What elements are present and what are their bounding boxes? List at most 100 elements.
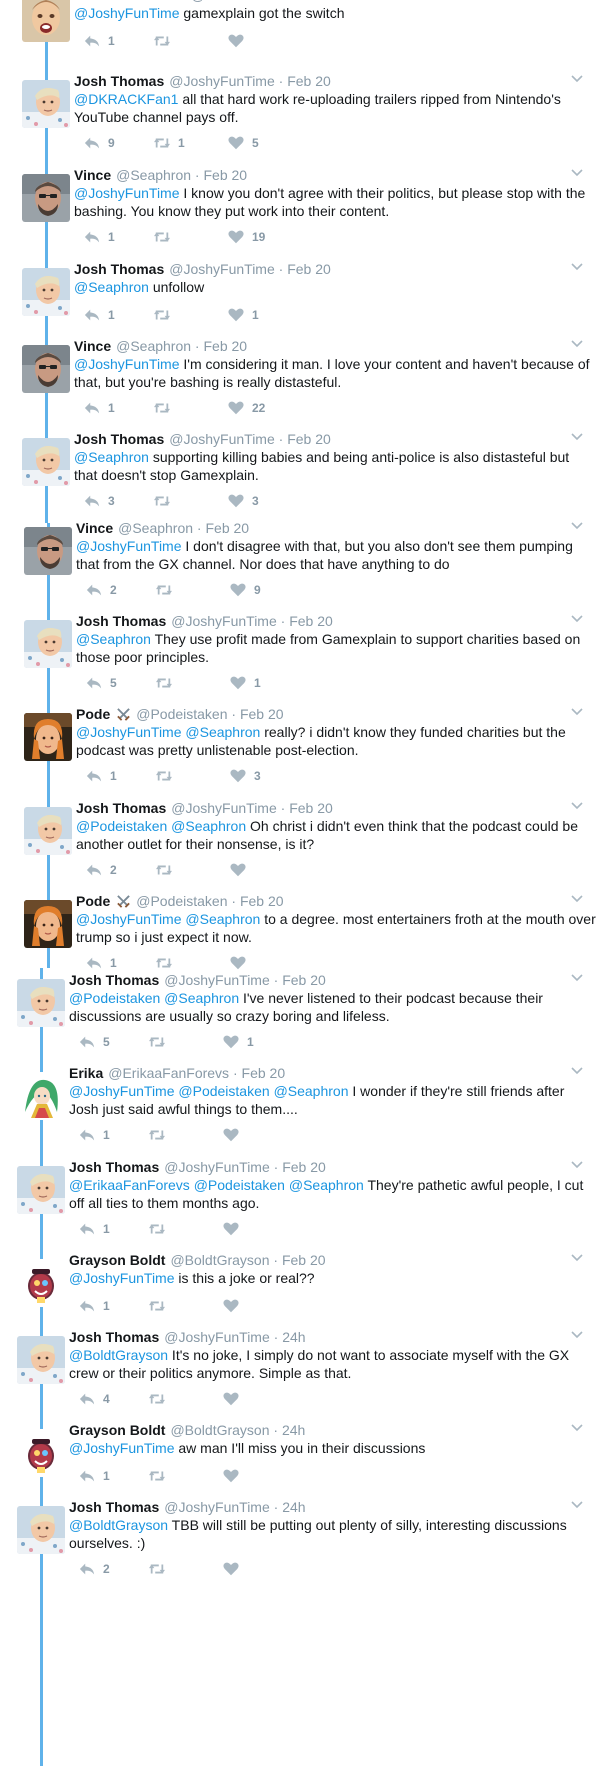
mention-link[interactable]: @JoshyFunTime [69,1083,175,1099]
like-button[interactable]: 22 [220,399,265,417]
avatar[interactable] [22,0,70,42]
mention-link[interactable]: @JoshyFunTime [74,356,180,372]
mention-link[interactable]: @JoshyFunTime [69,1270,175,1286]
tweet[interactable]: Pode @Podeistaken · Feb 20 @JoshyFunTime @… [0,705,605,805]
chevron-down-icon[interactable] [569,703,585,719]
reply-button[interactable]: 5 [71,1033,110,1051]
retweet-button[interactable] [148,767,180,785]
reply-button[interactable]: 1 [71,1467,110,1485]
tweet[interactable]: Josh Thomas @JoshyFunTime · Feb 20 @Seaphr… [0,612,605,712]
author-handle[interactable]: @BoldtGrayson [170,1422,269,1438]
like-button[interactable] [222,954,254,972]
retweet-button[interactable] [146,228,178,246]
author-handle[interactable]: @JoshyFunTime [169,261,275,277]
avatar[interactable] [24,900,72,948]
like-button[interactable]: 3 [222,767,261,785]
reply-button[interactable]: 3 [76,492,115,510]
tweet[interactable]: Josh Thomas @JoshyFunTime · Feb 20 @DKRACK… [0,72,605,172]
chevron-down-icon[interactable] [569,335,585,351]
mention-link[interactable]: @Seaphron [74,279,149,295]
chevron-down-icon[interactable] [569,1419,585,1435]
avatar[interactable] [24,807,72,855]
mention-link[interactable]: @Podeistaken [178,1083,269,1099]
reply-button[interactable]: 2 [71,1560,110,1578]
retweet-button[interactable] [146,399,178,417]
reply-button[interactable]: 1 [71,1297,110,1315]
avatar[interactable] [17,1259,65,1307]
tweet-timestamp[interactable]: Feb 20 [206,520,250,536]
mention-link[interactable]: @JoshyFunTime [74,5,180,21]
like-button[interactable] [215,1560,247,1578]
retweet-button[interactable] [148,674,180,692]
tweet-timestamp[interactable]: Feb 20 [240,893,284,909]
mention-link[interactable]: @Seaphron [171,818,246,834]
retweet-button[interactable] [141,1467,173,1485]
mention-link[interactable]: @JoshyFunTime [74,185,180,201]
avatar[interactable] [17,1429,65,1477]
mention-link[interactable]: @Seaphron [164,990,239,1006]
mention-link[interactable]: @JoshyFunTime [69,1440,175,1456]
author-name[interactable]: Grayson Boldt [69,1422,165,1438]
chevron-down-icon[interactable] [569,164,585,180]
author-handle[interactable]: @JoshyFunTime [171,613,277,629]
tweet[interactable]: Josh Thomas @JoshyFunTime · Feb 20 @Erikaa… [0,1158,605,1258]
tweet-timestamp[interactable]: Feb 20 [287,73,331,89]
author-name[interactable]: Vince [74,167,111,183]
chevron-down-icon[interactable] [569,1062,585,1078]
author-handle[interactable]: @Podeistaken [136,706,227,722]
like-button[interactable]: 5 [220,134,259,152]
retweet-button[interactable] [141,1297,173,1315]
chevron-down-icon[interactable] [569,610,585,626]
author-handle[interactable]: @Seaphron [116,167,191,183]
like-button[interactable]: 1 [220,306,259,324]
retweet-button[interactable] [141,1220,173,1238]
author-name[interactable]: Josh Thomas [69,972,159,988]
tweet[interactable]: Josh Thomas @JoshyFunTime · Feb 20 @Seaphr… [0,430,605,530]
avatar[interactable] [22,174,70,222]
mention-link[interactable]: @BoldtGrayson [69,1347,168,1363]
author-handle[interactable]: @JoshyFunTime [164,972,270,988]
avatar[interactable] [24,527,72,575]
like-button[interactable] [222,861,254,879]
chevron-down-icon[interactable] [569,70,585,86]
tweet-timestamp[interactable]: Feb 20 [282,972,326,988]
tweet-timestamp[interactable]: 24h [282,1329,305,1345]
tweet-timestamp[interactable]: Feb 20 [289,800,333,816]
avatar[interactable] [17,1506,65,1554]
avatar[interactable] [22,438,70,486]
retweet-button[interactable] [146,492,178,510]
retweet-button[interactable] [148,954,180,972]
mention-link[interactable]: @Podeistaken [76,818,167,834]
reply-button[interactable]: 1 [78,954,117,972]
chevron-down-icon[interactable] [569,890,585,906]
mention-link[interactable]: @Seaphron [185,911,260,927]
reply-button[interactable]: 1 [76,228,115,246]
retweet-button[interactable] [146,306,178,324]
author-handle[interactable]: @JoshyFunTime [169,431,275,447]
tweet[interactable]: Vince @Seaphron · Feb 20 @JoshyFunTime I'm… [0,337,605,437]
retweet-button[interactable] [141,1390,173,1408]
chevron-down-icon[interactable] [569,1496,585,1512]
author-name[interactable]: Josh Thomas [74,73,164,89]
author-name[interactable]: Pode [76,893,110,909]
tweet-timestamp[interactable]: Feb 20 [204,167,248,183]
tweet-timestamp[interactable]: Feb 20 [287,431,331,447]
retweet-button[interactable] [141,1560,173,1578]
author-handle[interactable]: @BoldtGrayson [170,1252,269,1268]
tweet-timestamp[interactable]: 24h [282,1499,305,1515]
author-name[interactable]: Josh Thomas [74,431,164,447]
avatar[interactable] [17,1166,65,1214]
tweet[interactable]: Vince @Seaphron · Feb 20 @JoshyFunTime I k… [0,166,605,266]
author-name[interactable]: DKRACKFAN101 [74,0,186,3]
chevron-down-icon[interactable] [569,428,585,444]
mention-link[interactable]: @Seaphron [76,631,151,647]
mention-link[interactable]: @JoshyFunTime [76,538,182,554]
like-button[interactable] [215,1390,247,1408]
author-handle[interactable]: @JoshyFunTime [164,1499,270,1515]
mention-link[interactable]: @JoshyFunTime [76,724,182,740]
reply-button[interactable]: 4 [71,1390,110,1408]
avatar[interactable] [17,1072,65,1120]
mention-link[interactable]: @Podeistaken [194,1177,285,1193]
reply-button[interactable]: 2 [78,581,117,599]
chevron-down-icon[interactable] [569,1326,585,1342]
